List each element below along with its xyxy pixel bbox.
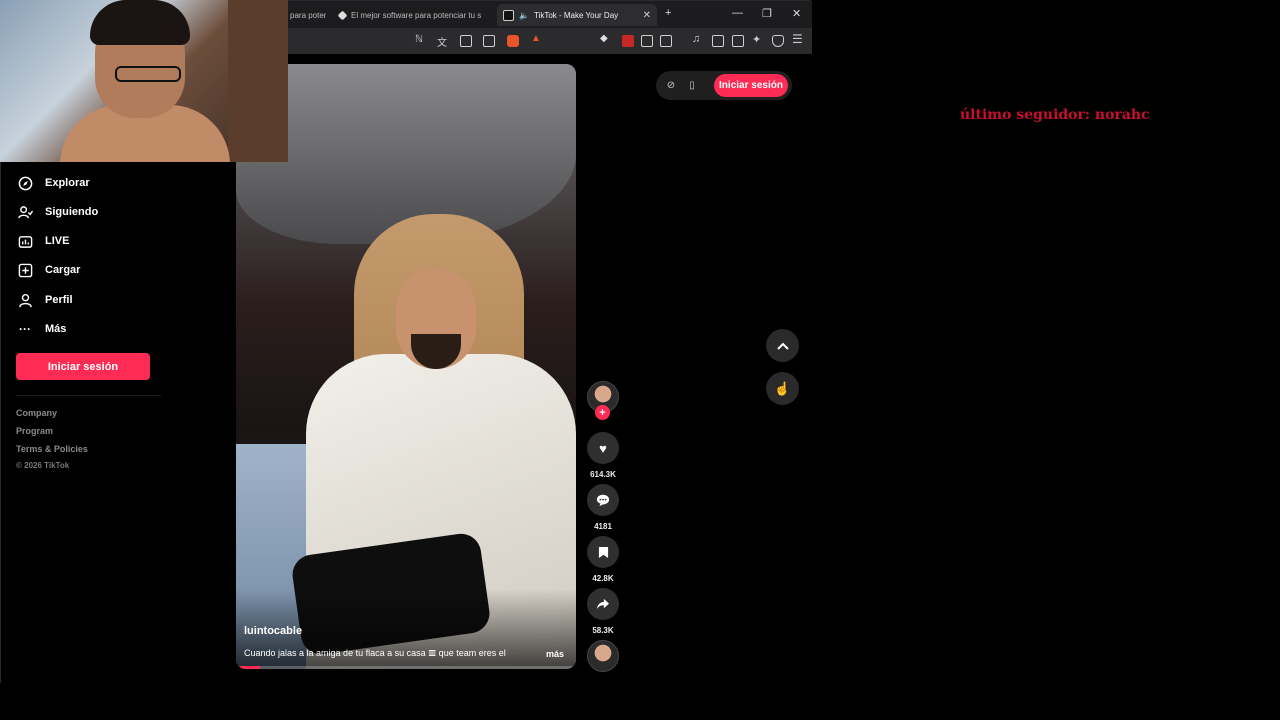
comment-icon[interactable] [587, 484, 619, 516]
share-count: 58.3K [592, 626, 614, 635]
extension-red-icon[interactable] [622, 35, 634, 47]
diamond-icon [337, 10, 348, 20]
restore-icon[interactable]: ❐ [762, 7, 772, 20]
extension-box-icon[interactable] [660, 35, 672, 47]
new-tab-icon[interactable]: + [665, 7, 671, 19]
sidebar-item-label: Explorar [45, 177, 90, 189]
tab-label: para potenciar tu s [290, 10, 326, 20]
wallet-icon[interactable] [732, 35, 744, 47]
chevron-up-icon [776, 338, 789, 353]
previous-video-button[interactable] [766, 329, 799, 362]
tiktok-icon [503, 9, 514, 21]
more-icon: ··· [19, 322, 31, 336]
bookmark-icon[interactable] [587, 536, 619, 568]
profile-icon [17, 292, 33, 308]
like-action[interactable]: ♥ 614.3K [587, 432, 619, 479]
webcam-overlay [0, 0, 288, 162]
divider [16, 395, 161, 396]
sidebar-item-label: Siguiendo [45, 206, 99, 218]
next-video-button[interactable]: ☝ [766, 372, 799, 405]
sidebar-item-label: LIVE [45, 235, 70, 247]
header-login-button[interactable]: Iniciar sesión [714, 74, 788, 97]
tab-label: TikTok - Make Your Day [533, 10, 619, 20]
follow-plus-icon[interactable]: + [595, 405, 610, 420]
upload-icon [17, 262, 33, 278]
cast-icon[interactable] [460, 35, 472, 47]
translate-icon[interactable]: 文 [437, 34, 449, 49]
share-action[interactable]: 58.3K [587, 588, 619, 635]
share-arrow-icon[interactable] [587, 588, 619, 620]
tab-2[interactable]: El mejor software para potenciar tu s [333, 4, 493, 26]
rewards-icon[interactable]: ▲ [531, 33, 543, 45]
footer-link-company[interactable]: Company [16, 408, 57, 418]
sidebar-item-cargar[interactable]: Cargar [17, 262, 80, 278]
live-icon [17, 233, 33, 249]
sound-avatar[interactable] [587, 640, 619, 672]
comment-count: 4181 [594, 522, 612, 531]
video-progress-bar[interactable] [236, 666, 576, 669]
copyright: © 2026 TikTok [16, 461, 70, 470]
brave-shield-icon[interactable] [507, 35, 519, 47]
tab-3[interactable]: 🔈 TikTok - Make Your Day ✕ [497, 4, 657, 26]
sidebar-item-label: Cargar [45, 264, 81, 276]
compass-icon[interactable]: ⊘ [665, 79, 677, 91]
leo-ai-icon[interactable]: ✦ [752, 33, 764, 46]
video-progress-fill [236, 666, 260, 669]
footer-link-terms[interactable]: Terms & Policies [16, 444, 88, 454]
tab-label: El mejor software para potenciar tu s [351, 10, 482, 20]
save-count: 42.8K [592, 574, 614, 583]
last-follower-text: último seguidor: norahc [960, 107, 1150, 123]
sidebar-item-label: Perfil [45, 294, 73, 306]
vpn-shield-icon[interactable] [772, 35, 784, 47]
close-icon[interactable]: ✕ [643, 10, 651, 21]
comment-action[interactable]: 4181 [587, 484, 619, 531]
login-button[interactable]: Iniciar sesión [16, 353, 150, 380]
tab-1[interactable]: para potenciar tu s [284, 4, 326, 26]
close-window-icon[interactable]: ✕ [792, 7, 801, 20]
extensions-icon[interactable] [641, 35, 653, 47]
sidebar-item-mas[interactable]: ··· Más [17, 321, 66, 337]
video-caption: Cuando jalas a la amiga de tu flaca a su… [244, 648, 506, 658]
media-icon[interactable]: ♫ [692, 33, 704, 45]
more-link[interactable]: más [546, 649, 564, 659]
footer-link-program[interactable]: Program [16, 426, 53, 436]
menu-icon[interactable]: ☰ [792, 32, 804, 46]
sidebar-item-perfil[interactable]: Perfil [17, 292, 73, 308]
extension-diamond-icon[interactable]: ◆ [600, 33, 612, 45]
sidebar-item-explorar[interactable]: Explorar [17, 175, 90, 191]
hand-cursor-icon: ☝ [774, 380, 791, 396]
sidebar-icon[interactable] [712, 35, 724, 47]
save-action[interactable]: 42.8K [587, 536, 619, 583]
header-actions: ⊘ ▯ Iniciar sesión [656, 71, 792, 100]
compass-icon [17, 175, 33, 191]
like-count: 614.3K [590, 470, 616, 479]
minimize-icon[interactable]: — [732, 7, 743, 19]
sidebar-item-label: Más [45, 323, 67, 335]
no-tracking-icon[interactable]: ℕ [415, 34, 427, 46]
sidebar-item-live[interactable]: LIVE [17, 233, 69, 249]
share-icon[interactable] [483, 35, 495, 47]
sidebar-item-siguiendo[interactable]: Siguiendo [17, 204, 98, 220]
following-icon [17, 204, 33, 220]
video-author[interactable]: luintocable [244, 625, 302, 637]
phone-icon[interactable]: ▯ [686, 79, 698, 91]
heart-icon[interactable]: ♥ [587, 432, 619, 464]
speaker-icon: 🔈 [519, 10, 529, 20]
